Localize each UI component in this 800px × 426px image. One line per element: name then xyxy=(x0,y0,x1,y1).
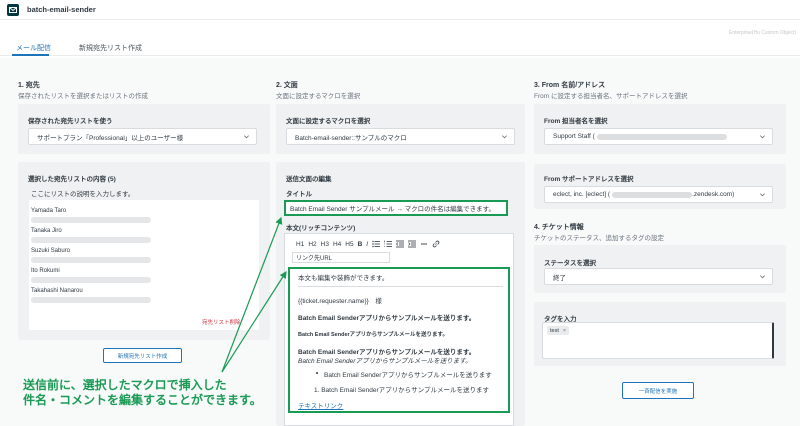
environment-label: Enterprise(Hu Custom Object) xyxy=(729,30,796,36)
redacted-domain xyxy=(612,191,693,198)
from-agent-label: From 担当者名を選択 xyxy=(544,118,608,125)
redacted-email xyxy=(31,277,151,283)
section-from-heading: 3. From 名前/アドレス xyxy=(534,82,606,89)
outdent-icon[interactable] xyxy=(396,240,405,248)
annotation-line-2: 件名・コメントを編集することができます。 xyxy=(23,393,262,407)
from-agent-select[interactable]: Support Staff ( xyxy=(544,128,773,145)
redacted-email xyxy=(31,257,151,263)
h2-button[interactable]: H2 xyxy=(308,241,316,248)
annotation-line-1: 送信前に、選択したマクロで挿入した xyxy=(23,378,227,392)
title-label: タイトル xyxy=(286,191,312,198)
delete-list-link[interactable]: 宛先リスト削除 xyxy=(202,318,241,326)
from-address-select[interactable]: eclect, inc. [eclect] ( .zendesk.com) xyxy=(544,186,773,203)
horizontal-rule-icon[interactable] xyxy=(420,240,428,248)
tag-label: test xyxy=(550,327,559,334)
status-value: 終了 xyxy=(553,274,566,282)
body-placeholder: {{ticket.requester.name}} 様 xyxy=(298,298,382,305)
list-item: Yamada Taro xyxy=(31,208,67,214)
bullet-marker xyxy=(316,372,318,374)
list-item: Suzuki Saburo xyxy=(31,248,71,254)
list-description: ここにリストの説明を入力します。 xyxy=(31,191,135,198)
list-item: Ito Rokumi xyxy=(31,268,60,274)
from-address-label: From サポートアドレスを選択 xyxy=(544,176,634,183)
chevron-down-icon xyxy=(244,135,249,139)
h4-button[interactable]: H4 xyxy=(333,241,341,248)
link-url-placeholder: リンク先URL xyxy=(296,256,333,262)
body-label: 本文(リッチコンテンツ) xyxy=(286,225,356,232)
redacted-email xyxy=(31,237,151,243)
section-recipients-subtitle: 保存されたリストを選択またはリストの作成 xyxy=(18,93,148,100)
subject-value: Batch Email Sender サンプルメール → マクロの件名は編集でき… xyxy=(290,206,496,213)
tab-bar: メール配信 新規宛先リスト作成 xyxy=(0,40,800,56)
bullet-list-icon[interactable] xyxy=(372,240,381,248)
send-all-button[interactable]: 一斉配信を実施 xyxy=(622,382,694,399)
tags-input[interactable] xyxy=(542,322,774,359)
subject-input[interactable]: Batch Email Sender サンプルメール → マクロの件名は編集でき… xyxy=(284,200,508,216)
redacted-email xyxy=(31,217,151,223)
remove-tag-icon[interactable]: × xyxy=(563,328,566,334)
section-recipients-heading: 1. 宛先 xyxy=(18,82,40,89)
chevron-down-icon xyxy=(760,193,765,197)
status-label: ステータスを選択 xyxy=(544,260,596,267)
body-bullet-item: Batch Email Senderアプリからサンプルメールを送ります xyxy=(324,372,492,379)
from-address-prefix: eclect, inc. [eclect] ( xyxy=(553,191,611,198)
h3-button[interactable]: H3 xyxy=(321,241,329,248)
edit-label: 送信文面の編集 xyxy=(286,176,332,183)
h5-button[interactable]: H5 xyxy=(345,241,353,248)
body-line-small: Batch Email Senderアプリからサンプルメールを送ります。 xyxy=(298,332,448,338)
link-icon[interactable] xyxy=(432,240,440,248)
macro-label: 文面に設定するマクロを選択 xyxy=(286,118,371,125)
body-numbered-item: 1. Batch Email Senderアプリからサンプルメールを送ります xyxy=(314,387,489,394)
list-item: Takahashi Nanarou xyxy=(31,288,83,294)
from-address-suffix: .zendesk.com) xyxy=(692,191,735,198)
section-from-subtitle: From に設定する担当者名、サポートアドレスを選択 xyxy=(534,93,688,100)
body-line: 本文も編集や装飾ができます。 xyxy=(298,275,389,282)
status-select[interactable]: 終了 xyxy=(544,268,773,285)
selected-list-label: 選択した宛先リストの内容 (5) xyxy=(28,176,116,183)
numbered-list-icon[interactable] xyxy=(384,240,393,248)
editor-toolbar: H1 H2 H3 H4 H5 B I xyxy=(296,239,444,249)
macro-value: Batch-email-sender::サンプルのマクロ xyxy=(295,134,407,142)
chevron-down-icon xyxy=(502,135,507,139)
h1-button[interactable]: H1 xyxy=(296,241,304,248)
link-url-input[interactable]: リンク先URL xyxy=(292,252,390,263)
section-ticket-subtitle: チケットのステータス、追加するタグの設定 xyxy=(534,235,664,242)
macro-select[interactable]: Batch-email-sender::サンプルのマクロ xyxy=(286,128,515,145)
tag-chip: test × xyxy=(547,326,570,335)
from-agent-value: Support Staff ( xyxy=(553,133,595,140)
app-header: batch-email-sender xyxy=(0,0,800,20)
horizontal-rule xyxy=(298,286,503,287)
tab-mail-delivery[interactable]: メール配信 xyxy=(16,43,51,53)
saved-list-select[interactable]: サポートプラン「Professional」以上のユーザー様 xyxy=(28,128,257,145)
list-item: Tanaka Jiro xyxy=(31,228,62,234)
redacted-email xyxy=(596,133,727,140)
saved-list-value: サポートプラン「Professional」以上のユーザー様 xyxy=(37,134,184,142)
chevron-down-icon xyxy=(760,275,765,279)
create-list-button[interactable]: 新規宛先リスト作成 xyxy=(103,348,182,363)
chevron-down-icon xyxy=(760,135,765,139)
saved-list-label: 保存された宛先リストを使う xyxy=(28,118,113,125)
indent-icon[interactable] xyxy=(408,240,417,248)
mail-icon xyxy=(7,3,19,16)
body-line-bold: Batch Email Senderアプリからサンプルメールを送ります。 xyxy=(298,315,476,322)
tab-new-list[interactable]: 新規宛先リスト作成 xyxy=(79,43,142,53)
section-ticket-heading: 4. チケット情報 xyxy=(534,224,584,231)
bold-button[interactable]: B xyxy=(358,241,363,248)
annotation-caption: 送信前に、選択したマクロで挿入した 件名・コメントを編集することができます。 xyxy=(23,378,262,408)
body-text-link[interactable]: テキストリンク xyxy=(298,400,343,410)
app-title: batch-email-sender xyxy=(27,5,96,14)
active-tab-indicator xyxy=(12,54,49,56)
redacted-email xyxy=(31,297,151,303)
section-body-subtitle: 文面に設定するマクロを選択 xyxy=(276,93,361,100)
body-line-italic: Batch Email Senderアプリからサンプルメールを送ります。 xyxy=(298,358,472,365)
italic-button[interactable]: I xyxy=(366,241,368,248)
section-body-heading: 2. 文面 xyxy=(276,82,298,89)
